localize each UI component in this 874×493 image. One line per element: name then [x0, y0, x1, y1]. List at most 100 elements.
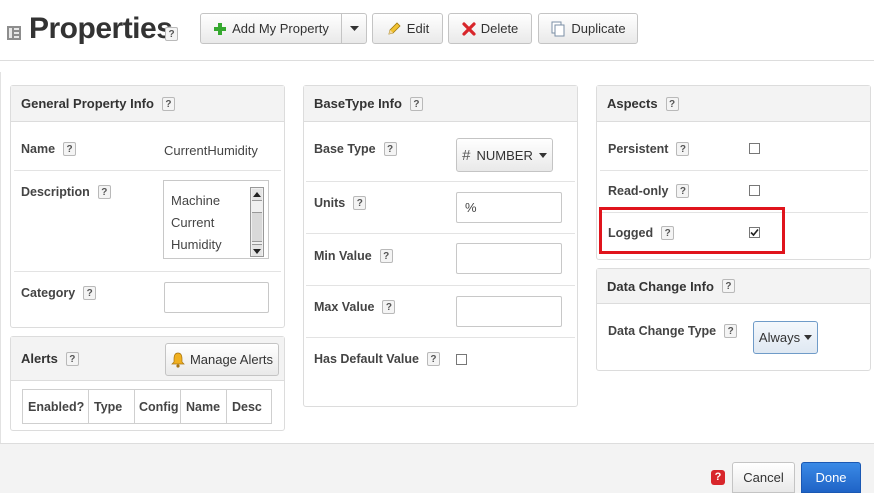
header-divider [0, 60, 874, 61]
edit-label: Edit [406, 21, 430, 36]
edit-button[interactable]: Edit [372, 13, 443, 44]
max-value-help-icon[interactable]: ? [382, 300, 396, 314]
units-input[interactable]: % [456, 192, 562, 223]
description-label-row: Description ? [21, 185, 111, 199]
caret-down-icon [349, 25, 359, 31]
duplicate-label: Duplicate [571, 21, 626, 36]
units-help-icon[interactable]: ? [353, 196, 367, 210]
alerts-panel-title: Alerts [21, 351, 58, 366]
basetype-separator-1 [306, 181, 575, 182]
general-separator-2 [14, 271, 281, 272]
description-line-1: Machine [171, 193, 221, 208]
aspects-panel-header: Aspects ? [597, 86, 870, 122]
description-label: Description [21, 185, 90, 199]
aspects-panel-title: Aspects [607, 96, 658, 111]
basetype-separator-4 [306, 337, 575, 338]
category-input[interactable] [164, 282, 269, 313]
header-bar: Properties ? Add My Property Edit Delete… [0, 0, 874, 60]
general-panel-header: General Property Info ? [11, 86, 284, 122]
persistent-help-icon[interactable]: ? [676, 142, 690, 156]
basetype-panel-title: BaseType Info [314, 96, 402, 111]
data-change-type-dropdown[interactable]: Always [753, 321, 818, 354]
min-value-label-row: Min Value ? [314, 249, 393, 263]
category-help-icon[interactable]: ? [83, 286, 97, 300]
category-label-row: Category ? [21, 286, 97, 300]
scroll-thumb[interactable] [252, 212, 262, 242]
persistent-checkbox[interactable] [749, 143, 760, 154]
data-change-type-label-row: Data Change Type ? [608, 324, 738, 338]
description-scrollbar[interactable] [250, 187, 264, 257]
page-title: Properties [29, 12, 173, 45]
basetype-help-icon[interactable]: ? [409, 96, 423, 111]
aspects-help-icon[interactable]: ? [665, 96, 679, 111]
name-help-icon[interactable]: ? [63, 142, 77, 156]
max-value-label: Max Value [314, 300, 375, 314]
max-value-input[interactable] [456, 296, 562, 327]
duplicate-icon [551, 21, 565, 36]
base-type-dropdown[interactable]: # NUMBER [456, 138, 553, 172]
readonly-label: Read-only [608, 184, 669, 198]
data-change-type-label: Data Change Type [608, 324, 717, 338]
description-line-2: Current [171, 215, 215, 230]
name-label-row: Name ? [21, 142, 77, 156]
default-value-help-icon[interactable]: ? [426, 352, 440, 366]
datachange-panel-header: Data Change Info ? [597, 269, 870, 304]
general-help-icon[interactable]: ? [161, 96, 175, 111]
base-type-help-icon[interactable]: ? [383, 142, 397, 156]
base-type-value: NUMBER [476, 147, 533, 163]
readonly-checkbox[interactable] [749, 185, 760, 196]
add-my-property-label: Add My Property [232, 21, 329, 36]
max-value-label-row: Max Value ? [314, 300, 396, 314]
units-label: Units [314, 196, 346, 210]
min-value-help-icon[interactable]: ? [379, 249, 393, 263]
description-help-icon[interactable]: ? [97, 185, 111, 199]
alerts-table: Enabled? Type Config Name Desc [22, 389, 272, 424]
basetype-separator-3 [306, 285, 575, 286]
persistent-label-row: Persistent ? [608, 142, 690, 156]
alerts-col-config[interactable]: Config [135, 390, 181, 423]
done-button[interactable]: Done [801, 462, 861, 493]
data-change-type-help-icon[interactable]: ? [724, 324, 738, 338]
alerts-col-enabled[interactable]: Enabled? [23, 390, 89, 423]
add-property-dropdown-button[interactable] [341, 13, 367, 44]
default-value-label: Has Default Value [314, 352, 419, 366]
general-panel-title: General Property Info [21, 96, 154, 111]
basetype-panel-header: BaseType Info ? [304, 86, 577, 122]
alerts-col-type[interactable]: Type [89, 390, 135, 423]
cancel-button[interactable]: Cancel [732, 462, 795, 493]
data-change-info-panel: Data Change Info ? [596, 268, 871, 371]
default-value-checkbox[interactable] [456, 354, 467, 365]
name-label: Name [21, 142, 56, 156]
error-badge-icon[interactable]: ? [711, 470, 725, 485]
add-my-property-button[interactable]: Add My Property [200, 13, 342, 44]
done-label: Done [815, 470, 847, 485]
manage-alerts-label: Manage Alerts [189, 352, 274, 367]
scroll-up-arrow-icon[interactable] [252, 189, 262, 201]
readonly-label-row: Read-only ? [608, 184, 690, 198]
cancel-label: Cancel [743, 470, 784, 485]
pencil-icon [388, 21, 401, 35]
number-hash-icon: # [462, 146, 471, 164]
duplicate-button[interactable]: Duplicate [538, 13, 638, 44]
min-value-label: Min Value [314, 249, 372, 263]
base-type-label-row: Base Type ? [314, 142, 397, 156]
delete-button[interactable]: Delete [448, 13, 532, 44]
manage-alerts-button[interactable]: Manage Alerts [165, 343, 279, 376]
units-label-row: Units ? [314, 196, 367, 210]
category-label: Category [21, 286, 76, 300]
scroll-down-arrow-icon[interactable] [252, 244, 262, 256]
description-line-3: Humidity [171, 237, 222, 252]
alerts-col-desc[interactable]: Desc [227, 390, 271, 423]
caret-down-icon [538, 152, 547, 158]
description-textarea[interactable]: Machine Current Humidity [163, 180, 269, 259]
alerts-help-icon[interactable]: ? [65, 351, 79, 366]
basetype-separator-2 [306, 233, 575, 234]
datachange-help-icon[interactable]: ? [721, 279, 735, 293]
data-change-type-value: Always [758, 330, 801, 345]
min-value-input[interactable] [456, 243, 562, 274]
title-help-icon[interactable]: ? [165, 27, 178, 41]
caret-down-icon [804, 335, 813, 340]
alerts-col-name[interactable]: Name [181, 390, 227, 423]
readonly-help-icon[interactable]: ? [676, 184, 690, 198]
default-value-label-row: Has Default Value ? [314, 352, 440, 366]
